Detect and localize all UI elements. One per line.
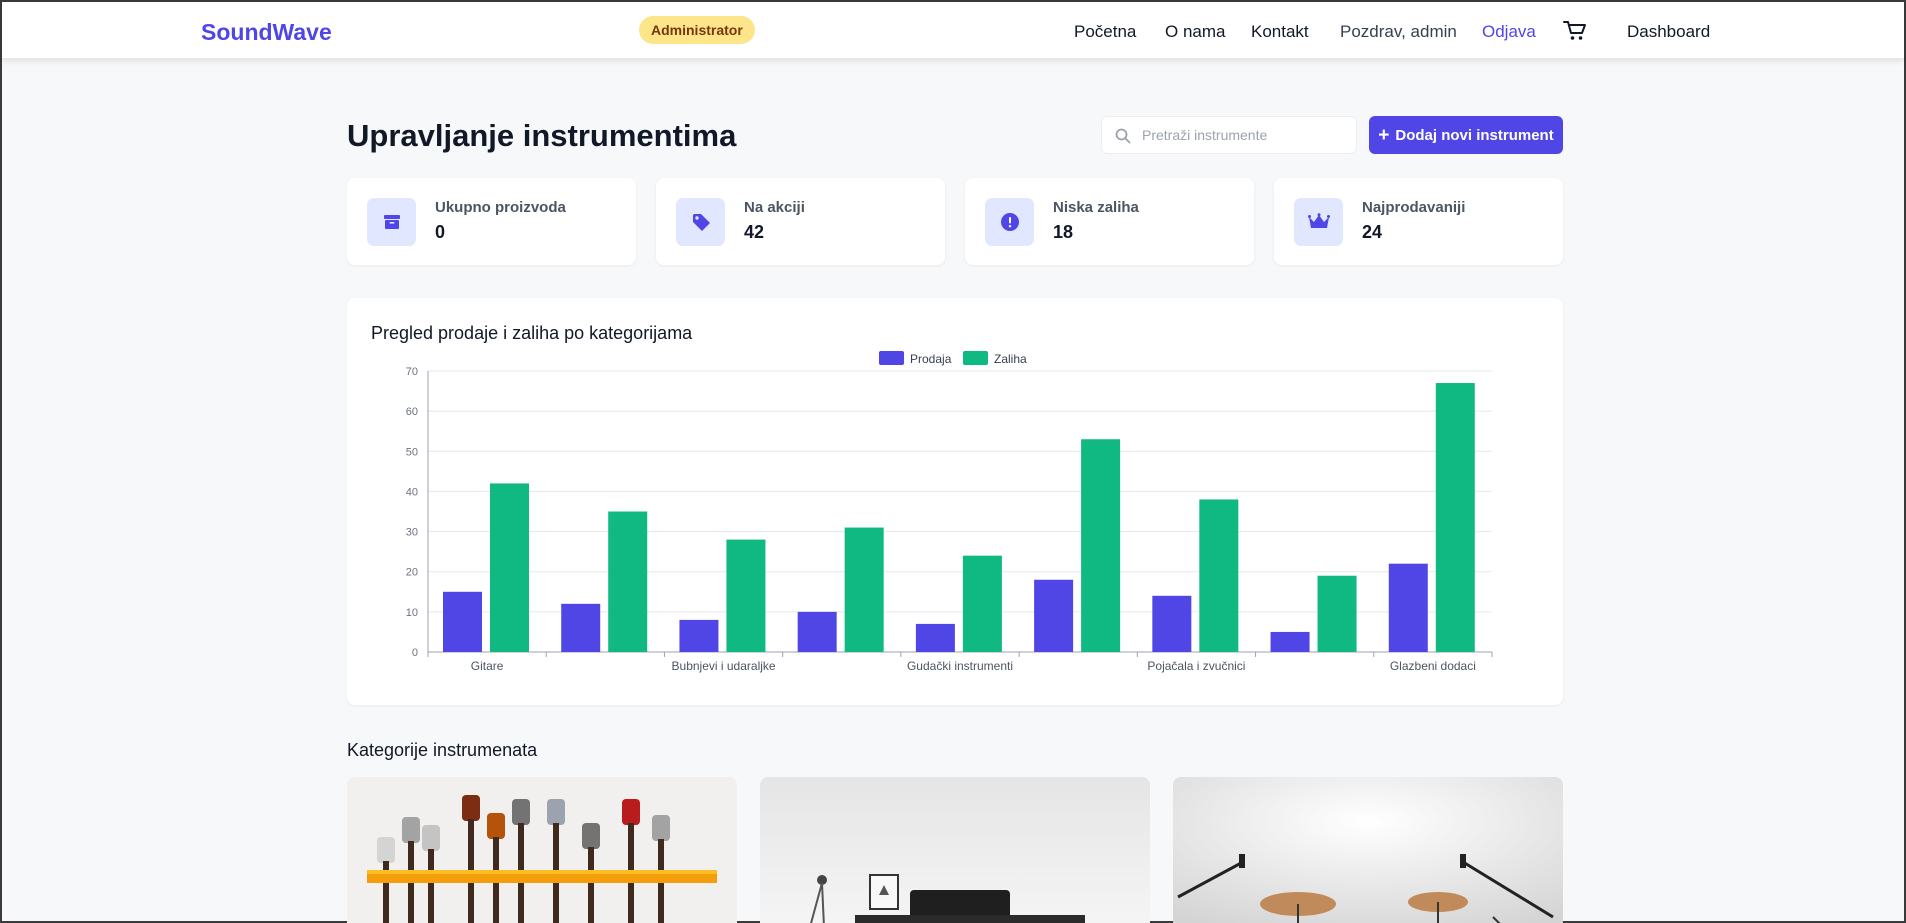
bar-zaliha-1: [608, 511, 648, 652]
search-input[interactable]: [1142, 117, 1352, 153]
legend-swatch-prodaja: [879, 351, 904, 365]
x-tick-label: Pojačala i zvučnici: [1147, 659, 1245, 673]
keyboards-image: [760, 777, 1150, 923]
bar-zaliha-3: [844, 527, 884, 652]
add-instrument-label: Dodaj novi instrument: [1395, 126, 1554, 144]
nav-link-home[interactable]: Početna: [1074, 22, 1136, 42]
bar-zaliha-6: [1199, 499, 1239, 652]
stat-value: 42: [744, 222, 765, 242]
bar-prodaja-0: [443, 591, 482, 652]
y-tick-label: 30: [406, 527, 418, 539]
stat-value: 24: [1362, 222, 1383, 242]
brand-logo[interactable]: SoundWave: [201, 19, 332, 46]
nav-link-contact[interactable]: Kontakt: [1251, 22, 1309, 42]
bar-prodaja-5: [1034, 579, 1074, 652]
stat-card-on-sale: Na akciji 42: [656, 178, 945, 265]
bar-zaliha-4: [962, 555, 1002, 652]
user-greeting: Pozdrav, admin: [1340, 22, 1457, 41]
x-tick-label: Gudački instrumenti: [907, 659, 1013, 673]
y-tick-label: 10: [406, 607, 418, 619]
search-icon: [1115, 128, 1131, 144]
sales-stock-chart-card: Pregled prodaje i zaliha po kategorijama…: [347, 298, 1563, 705]
y-tick-label: 60: [406, 406, 418, 418]
stat-card-bestsellers: Najprodavaniji 24: [1274, 178, 1563, 265]
category-card-guitars[interactable]: [347, 777, 737, 923]
category-card-keyboards[interactable]: [760, 777, 1150, 923]
cart-icon[interactable]: [1563, 20, 1587, 42]
legend-label-prodaja: Prodaja: [910, 352, 952, 366]
bar-prodaja-3: [797, 611, 837, 652]
y-tick-label: 20: [406, 567, 418, 579]
stat-label: Ukupno proizvoda: [435, 199, 566, 216]
guitars-image: [347, 777, 737, 923]
legend-label-zaliha: Zaliha: [994, 352, 1027, 366]
bar-prodaja-8: [1388, 563, 1428, 652]
drums-image: [1173, 777, 1563, 923]
bar-zaliha-8: [1435, 383, 1475, 652]
bar-prodaja-4: [915, 623, 955, 652]
bar-prodaja-6: [1152, 595, 1192, 652]
stat-card-total-products: Ukupno proizvoda 0: [347, 178, 636, 265]
y-tick-label: 70: [406, 366, 418, 378]
bar-prodaja-7: [1270, 631, 1310, 652]
plus-icon: +: [1378, 124, 1390, 146]
sales-stock-chart: 0 10 20 30 40 50 60 70 Gitare Bubnjevi i udaraljk…: [406, 351, 1493, 673]
nav-link-dashboard[interactable]: Dashboard: [1627, 22, 1710, 42]
alert-icon: [985, 198, 1034, 246]
bar-prodaja-1: [561, 603, 601, 652]
stat-label: Najprodavaniji: [1362, 199, 1466, 216]
tag-icon: [676, 198, 725, 246]
bar-zaliha-0: [490, 483, 529, 652]
bar-zaliha-2: [726, 539, 766, 652]
bar-zaliha-5: [1081, 439, 1121, 652]
search-box: [1101, 116, 1357, 154]
y-tick-label: 0: [412, 647, 418, 659]
y-tick-label: 40: [406, 486, 418, 498]
logout-link[interactable]: Odjava: [1482, 22, 1536, 42]
stat-label: Na akciji: [744, 199, 805, 216]
box-icon: [367, 198, 416, 246]
y-tick-label: 50: [406, 446, 418, 458]
category-card-drums[interactable]: [1173, 777, 1563, 923]
stat-card-low-stock: Niska zaliha 18: [965, 178, 1254, 265]
top-navbar: SoundWave Administrator Početna O nama K…: [2, 2, 1904, 59]
role-badge: Administrator: [639, 16, 755, 44]
bar-prodaja-2: [679, 619, 719, 652]
stat-label: Niska zaliha: [1053, 199, 1139, 216]
page-title: Upravljanje instrumentima: [347, 118, 737, 153]
crown-icon: [1294, 198, 1343, 246]
stat-value: 0: [435, 222, 446, 242]
stat-value: 18: [1053, 222, 1074, 242]
categories-section-title: Kategorije instrumenata: [347, 740, 538, 760]
legend-swatch-zaliha: [963, 351, 988, 365]
nav-link-about[interactable]: O nama: [1165, 22, 1225, 42]
add-instrument-button[interactable]: + Dodaj novi instrument: [1369, 116, 1563, 154]
x-tick-label: Glazbeni dodaci: [1390, 659, 1476, 673]
x-tick-label: Gitare: [471, 659, 504, 673]
bar-zaliha-7: [1317, 575, 1357, 652]
x-tick-label: Bubnjevi i udaraljke: [672, 659, 776, 673]
